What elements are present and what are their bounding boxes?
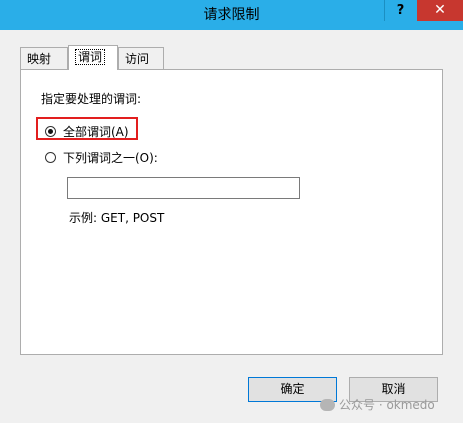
close-button[interactable]: ✕ bbox=[417, 0, 463, 21]
tab-verbs[interactable]: 谓词 bbox=[68, 45, 118, 70]
close-icon: ✕ bbox=[434, 2, 446, 18]
wechat-icon bbox=[320, 398, 335, 411]
help-button[interactable]: ? bbox=[384, 0, 416, 21]
example-text: 示例: GET, POST bbox=[69, 211, 165, 225]
radio-all-verbs[interactable]: 全部谓词(A) bbox=[45, 123, 129, 140]
verbs-list-input[interactable] bbox=[67, 177, 300, 199]
radio-one-of-verbs[interactable]: 下列谓词之一(O): bbox=[45, 149, 158, 166]
tab-access[interactable]: 访问 bbox=[118, 47, 164, 69]
tab-label: 访问 bbox=[125, 52, 150, 66]
radio-selected-icon[interactable] bbox=[45, 126, 56, 137]
tab-label: 谓词 bbox=[75, 49, 106, 65]
verbs-panel: 指定要处理的谓词: 全部谓词(A) 下列谓词之一(O): 示例: GET, PO… bbox=[20, 69, 443, 355]
tab-mapping[interactable]: 映射 bbox=[20, 47, 68, 69]
radio-label: 全部谓词(A) bbox=[63, 125, 129, 139]
radio-unselected-icon[interactable] bbox=[45, 152, 56, 163]
radio-label: 下列谓词之一(O): bbox=[63, 151, 158, 165]
watermark: 公众号 · okmedo bbox=[320, 396, 435, 413]
help-icon: ? bbox=[396, 3, 405, 18]
tab-label: 映射 bbox=[27, 52, 52, 66]
verbs-instruction: 指定要处理的谓词: bbox=[41, 92, 142, 106]
watermark-text: 公众号 · okmedo bbox=[339, 398, 435, 412]
